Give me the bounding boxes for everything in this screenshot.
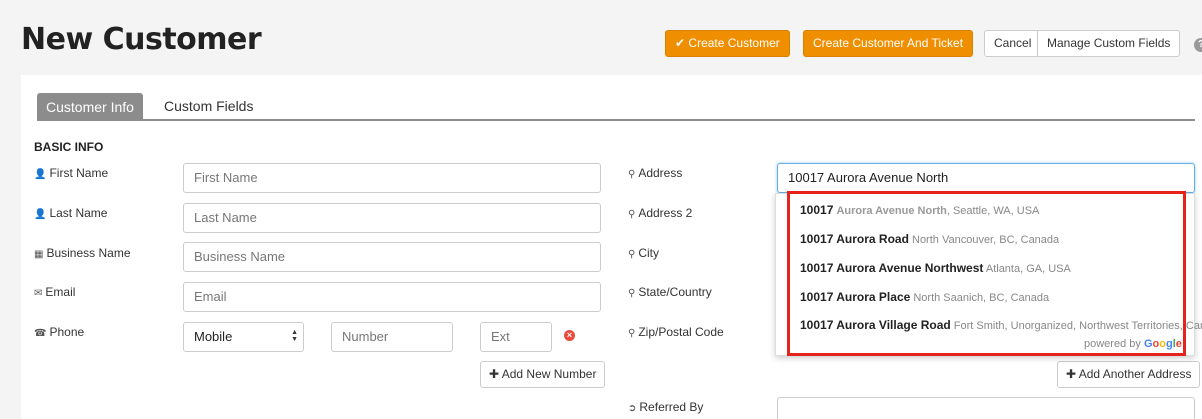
zip-label: ⚲ Zip/Postal Code — [628, 325, 724, 339]
tab-custom-fields[interactable]: Custom Fields — [155, 92, 262, 120]
email-label-text: Email — [45, 285, 76, 299]
check-circle-icon: ✔ — [675, 36, 686, 50]
phone-icon: ☎ — [34, 328, 47, 339]
phone-type-value: Mobile — [194, 329, 233, 344]
address-label: ⚲ Address — [628, 166, 682, 180]
first-name-input[interactable]: First Name — [183, 163, 601, 193]
create-customer-ticket-button[interactable]: Create Customer And Ticket — [803, 30, 974, 57]
cancel-button[interactable]: Cancel — [984, 30, 1042, 57]
remove-icon[interactable]: × — [564, 330, 575, 341]
referred-by-label: ➲ Referred By — [628, 400, 703, 414]
zip-label-text: Zip/Postal Code — [638, 325, 724, 339]
map-marker-icon: ⚲ — [628, 328, 636, 339]
arrow-circle-icon: ➲ — [628, 403, 637, 414]
user-icon: 👤 — [34, 169, 47, 180]
referred-by-label-text: Referred By — [639, 400, 704, 414]
add-new-number-label: Add New Number — [501, 367, 597, 381]
annotation-highlight-box — [787, 191, 1186, 356]
select-arrows-icon: ▲ ▼ — [291, 329, 298, 343]
email-input[interactable]: Email — [183, 282, 601, 312]
map-marker-icon: ⚲ — [628, 288, 636, 299]
map-marker-icon: ⚲ — [628, 209, 636, 220]
basic-info-heading: BASIC INFO — [34, 140, 104, 154]
city-label-text: City — [638, 246, 659, 260]
first-name-label: 👤 First Name — [34, 166, 108, 180]
plus-icon: ✚ — [489, 367, 500, 381]
address-input[interactable]: 10017 Aurora Avenue North — [777, 163, 1195, 193]
map-marker-icon: ⚲ — [628, 169, 636, 180]
address2-label-text: Address 2 — [638, 206, 693, 220]
business-name-input[interactable]: Business Name — [183, 242, 601, 272]
help-icon[interactable]: ? — [1194, 38, 1202, 52]
create-customer-label: Create Customer — [688, 36, 780, 50]
state-country-label-text: State/Country — [638, 285, 712, 299]
email-label: ✉ Email — [34, 285, 75, 299]
address-label-text: Address — [638, 166, 683, 180]
phone-ext-input[interactable]: Ext — [480, 322, 552, 352]
user-icon: 👤 — [34, 209, 47, 220]
last-name-label-text: Last Name — [49, 206, 108, 220]
referred-by-select[interactable] — [777, 397, 1195, 419]
phone-label: ☎ Phone — [34, 325, 84, 339]
state-country-label: ⚲ State/Country — [628, 285, 712, 299]
business-name-label: ▦ Business Name — [34, 246, 131, 260]
plus-icon: ✚ — [1066, 367, 1077, 381]
page-title: New Customer — [21, 22, 262, 57]
create-customer-button[interactable]: ✔ Create Customer — [665, 30, 790, 57]
manage-custom-fields-button[interactable]: Manage Custom Fields — [1037, 30, 1181, 57]
city-label: ⚲ City — [628, 246, 659, 260]
phone-number-input[interactable]: Number — [331, 322, 453, 352]
first-name-label-text: First Name — [49, 166, 109, 180]
add-new-number-button[interactable]: ✚ Add New Number — [480, 361, 606, 388]
business-name-label-text: Business Name — [46, 246, 131, 260]
phone-type-select[interactable]: Mobile ▲ ▼ — [183, 322, 304, 352]
envelope-icon: ✉ — [34, 288, 43, 299]
last-name-input[interactable]: Last Name — [183, 203, 601, 233]
tab-divider — [37, 119, 1195, 121]
building-icon: ▦ — [34, 249, 44, 260]
add-another-address-label: Add Another Address — [1078, 367, 1192, 381]
phone-label-text: Phone — [49, 325, 85, 339]
tab-customer-info[interactable]: Customer Info — [37, 93, 143, 121]
map-marker-icon: ⚲ — [628, 249, 636, 260]
add-another-address-button[interactable]: ✚ Add Another Address — [1057, 361, 1201, 388]
last-name-label: 👤 Last Name — [34, 206, 107, 220]
address2-label: ⚲ Address 2 — [628, 206, 692, 220]
